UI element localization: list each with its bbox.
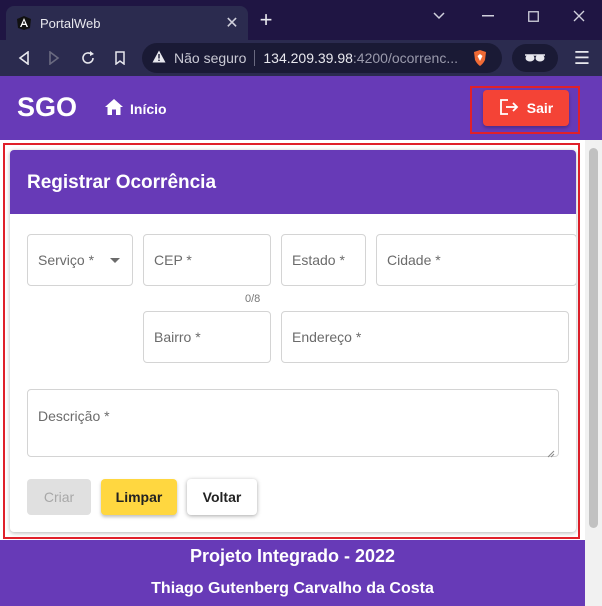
reload-icon[interactable] (74, 44, 102, 72)
logout-icon (499, 98, 519, 119)
security-label[interactable]: Não seguro (174, 50, 246, 66)
app-footer: Projeto Integrado - 2022 Thiago Gutenber… (0, 540, 585, 606)
home-label: Início (130, 100, 167, 117)
url-host: 134.209.39.98 (263, 50, 353, 66)
window-close-icon[interactable] (564, 4, 594, 28)
maximize-icon[interactable] (518, 4, 548, 28)
browser-toolbar: Não seguro 134.209.39.98:4200/ocorrenc..… (0, 40, 602, 76)
servico-label: Serviço * (38, 252, 95, 268)
tab-close-icon[interactable]: ✕ (220, 13, 244, 33)
criar-button[interactable]: Criar (27, 479, 91, 515)
address-bar[interactable]: Não seguro 134.209.39.98:4200/ocorrenc..… (142, 43, 502, 73)
browser-tab[interactable]: PortalWeb ✕ (6, 6, 248, 40)
estado-field[interactable]: Estado * (281, 234, 366, 286)
bookmark-icon[interactable] (106, 44, 134, 72)
card-header: Registrar Ocorrência (10, 150, 576, 214)
home-link[interactable]: Início (104, 98, 167, 119)
endereco-field[interactable]: Endereço * (281, 311, 569, 363)
url-text[interactable]: 134.209.39.98:4200/ocorrenc... (263, 50, 461, 66)
extension-glasses-icon[interactable] (512, 44, 558, 72)
servico-select[interactable]: Serviço * (27, 234, 133, 286)
form-title: Registrar Ocorrência (27, 172, 217, 193)
descricao-textarea[interactable]: Descrição * (27, 389, 559, 458)
cidade-field[interactable]: Cidade * (376, 234, 576, 286)
minimize-icon[interactable] (473, 4, 503, 28)
occurrence-form-card: Registrar Ocorrência Serviço * CEP * 0/8… (10, 150, 576, 532)
resize-handle-icon[interactable] (547, 445, 555, 458)
footer-title: Projeto Integrado - 2022 (189, 546, 396, 566)
browser-menu-icon[interactable]: ☰ (570, 46, 594, 70)
browser-tabbar: PortalWeb ✕ + (0, 0, 602, 40)
address-separator (254, 50, 256, 66)
logout-label: Sair (526, 100, 554, 116)
brave-shield-icon[interactable] (472, 49, 488, 72)
endereco-label: Endereço * (292, 329, 362, 345)
estado-label: Estado * (292, 252, 345, 268)
footer-author: Thiago Gutenberg Carvalho da Costa (151, 580, 434, 597)
scrollbar-thumb[interactable] (589, 148, 598, 528)
tab-title: PortalWeb (40, 15, 101, 31)
cep-label: CEP * (154, 252, 192, 268)
tab-search-icon[interactable] (424, 4, 454, 28)
bairro-field[interactable]: Bairro * (143, 311, 271, 363)
angular-logo-icon (16, 15, 32, 31)
chevron-down-icon (110, 258, 120, 263)
cep-char-counter: 0/8 (245, 293, 261, 305)
limpar-button[interactable]: Limpar (101, 479, 177, 515)
back-icon[interactable] (10, 44, 38, 72)
url-path: :4200/ocorrenc... (352, 50, 458, 66)
page-scrollbar[interactable] (585, 140, 602, 606)
app-header: SGO Início Sair (0, 76, 602, 140)
forward-icon[interactable] (40, 44, 68, 72)
warning-icon (152, 50, 166, 66)
home-icon (104, 98, 124, 119)
voltar-button[interactable]: Voltar (187, 479, 257, 515)
cep-field[interactable]: CEP * (143, 234, 271, 286)
cidade-label: Cidade * (387, 252, 441, 268)
new-tab-button[interactable]: + (256, 9, 276, 31)
brand-title[interactable]: SGO (17, 92, 77, 123)
logout-button[interactable]: Sair (483, 90, 569, 126)
bairro-label: Bairro * (154, 329, 201, 345)
descricao-label: Descrição * (38, 408, 110, 424)
